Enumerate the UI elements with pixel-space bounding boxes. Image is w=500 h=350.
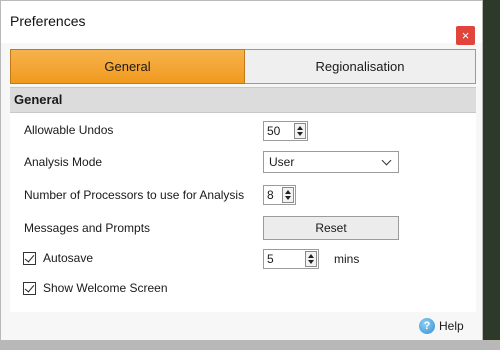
spin-down-icon[interactable] [308,260,314,264]
allowable-undos-arrows[interactable] [294,123,306,139]
processors-arrows[interactable] [282,187,294,203]
welcome-screen-checkbox[interactable] [23,282,36,295]
autosave-interval-value: 5 [267,252,274,266]
allowable-undos-label: Allowable Undos [24,123,114,137]
window-title: Preferences [10,13,86,29]
checkmark-icon [24,252,35,263]
welcome-screen-label: Show Welcome Screen [43,281,168,295]
footer: ? Help [1,313,482,341]
analysis-mode-label: Analysis Mode [24,155,103,169]
background-bottom [0,340,500,350]
tab-general[interactable]: General [10,49,245,84]
autosave-interval-arrows[interactable] [305,251,317,267]
spin-up-icon[interactable] [308,254,314,258]
tab-bar: General Regionalisation [10,49,476,85]
help-link[interactable]: Help [439,319,464,333]
autosave-checkbox[interactable] [23,252,36,265]
spin-down-icon[interactable] [285,196,291,200]
messages-label: Messages and Prompts [24,221,151,235]
autosave-interval-stepper[interactable]: 5 [263,249,319,269]
title-bar: Preferences × [1,1,482,45]
autosave-label: Autosave [43,251,94,265]
reset-button[interactable]: Reset [263,216,399,240]
processors-label: Number of Processors to use for Analysis [24,188,245,202]
settings-panel: Allowable Undos 50 Analysis Mode User Nu… [10,113,476,312]
preferences-dialog: Preferences × General Regionalisation Ge… [0,0,483,341]
analysis-mode-select[interactable]: User [263,151,399,173]
allowable-undos-stepper[interactable]: 50 [263,121,308,141]
processors-value: 8 [267,188,274,202]
checkmark-icon [24,282,35,293]
spin-up-icon[interactable] [297,126,303,130]
chevron-down-icon [381,155,392,166]
autosave-unit: mins [334,252,360,266]
close-icon: × [461,28,470,43]
spin-up-icon[interactable] [285,190,291,194]
close-button[interactable]: × [456,26,475,45]
section-header: General [10,87,476,113]
analysis-mode-value: User [269,155,295,169]
allowable-undos-value: 50 [267,124,281,138]
tab-regionalisation[interactable]: Regionalisation [245,49,476,84]
help-icon[interactable]: ? [419,318,435,334]
processors-stepper[interactable]: 8 [263,185,296,205]
spin-down-icon[interactable] [297,132,303,136]
